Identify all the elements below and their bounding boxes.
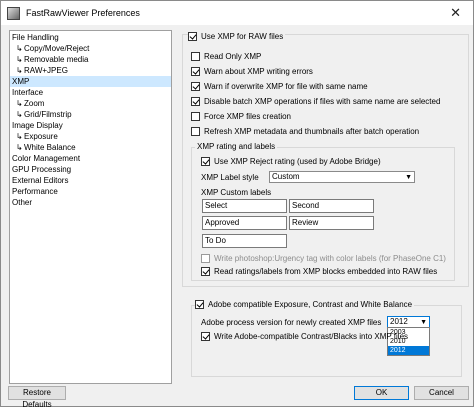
custom-label-field-4[interactable]: Review — [289, 216, 374, 230]
sidebar-item-external-editors[interactable]: External Editors — [10, 175, 171, 186]
warn-overwrite-check[interactable] — [191, 82, 200, 91]
custom-label-field-1[interactable]: Select — [202, 199, 287, 213]
sidebar-item-label: Exposure — [24, 132, 58, 141]
read-ratings-label: Read ratings/labels from XMP blocks embe… — [214, 267, 438, 276]
disable-batch-label: Disable batch XMP operations if files wi… — [204, 97, 441, 106]
ok-button[interactable]: OK — [354, 386, 409, 400]
force-xmp-creation-check[interactable] — [191, 112, 200, 121]
sidebar-item-label: Interface — [12, 88, 44, 97]
warn-writing-errors-label: Warn about XMP writing errors — [204, 67, 313, 76]
chevron-down-icon: ▼ — [405, 174, 412, 181]
sidebar-item-exposure[interactable]: ↳Exposure — [10, 131, 171, 142]
label-style-label: XMP Label style — [201, 173, 259, 182]
read-only-xmp-label: Read Only XMP — [204, 52, 262, 61]
write-contrast-checkbox[interactable]: Write Adobe-compatible Contrast/Blacks i… — [201, 331, 408, 342]
sidebar-item-label: Performance — [12, 187, 58, 196]
custom-labels-title: XMP Custom labels — [201, 188, 272, 197]
adobe-compat-check[interactable] — [195, 300, 204, 309]
window-title: FastRawViewer Preferences — [26, 8, 140, 18]
refresh-metadata-check[interactable] — [191, 127, 200, 136]
force-xmp-creation-checkbox[interactable]: Force XMP files creation — [191, 111, 291, 122]
warn-overwrite-checkbox[interactable]: Warn if overwrite XMP for file with same… — [191, 81, 368, 92]
label-style-select[interactable]: Custom ▼ — [269, 171, 415, 183]
sidebar-item-gpu-processing[interactable]: GPU Processing — [10, 164, 171, 175]
sidebar-item-label: Image Display — [12, 121, 63, 130]
use-reject-rating-check[interactable] — [201, 157, 210, 166]
sidebar-item-removable-media[interactable]: ↳Removable media — [10, 54, 171, 65]
write-contrast-check[interactable] — [201, 332, 210, 341]
tree-branch-icon: ↳ — [16, 44, 23, 53]
read-ratings-checkbox[interactable]: Read ratings/labels from XMP blocks embe… — [201, 266, 437, 277]
tree-branch-icon: ↳ — [16, 55, 23, 64]
sidebar-item-label: Grid/Filmstrip — [24, 110, 72, 119]
urgency-tag-label: Write photoshop:Urgency tag with color l… — [214, 254, 446, 263]
use-xmp-label: Use XMP for RAW files — [201, 32, 284, 41]
tree-branch-icon: ↳ — [16, 132, 23, 141]
title-bar: FastRawViewer Preferences ✕ — [1, 1, 473, 25]
adobe-compat-title: Adobe compatible Exposure, Contrast and … — [208, 300, 413, 309]
sidebar-item-label: GPU Processing — [12, 165, 72, 174]
sidebar-item-performance[interactable]: Performance — [10, 186, 171, 197]
sidebar-item-label: White Balance — [24, 143, 76, 152]
tree-branch-icon: ↳ — [16, 110, 23, 119]
sidebar-item-label: External Editors — [12, 176, 69, 185]
refresh-metadata-checkbox[interactable]: Refresh XMP metadata and thumbnails afte… — [191, 126, 419, 137]
restore-defaults-button[interactable]: Restore Defaults — [8, 386, 66, 407]
disable-batch-check[interactable] — [191, 97, 200, 106]
refresh-metadata-label: Refresh XMP metadata and thumbnails afte… — [204, 127, 420, 136]
sidebar-item-xmp[interactable]: XMP — [10, 76, 171, 87]
process-version-label: Adobe process version for newly created … — [201, 318, 382, 327]
read-only-xmp-check[interactable] — [191, 52, 200, 61]
use-reject-rating-checkbox[interactable]: Use XMP Reject rating (used by Adobe Bri… — [201, 156, 381, 167]
sidebar-item-raw-jpeg[interactable]: ↳RAW+JPEG — [10, 65, 171, 76]
tree-branch-icon: ↳ — [16, 99, 23, 108]
sidebar-item-file-handling[interactable]: File Handling — [10, 32, 171, 43]
tree-branch-icon: ↳ — [16, 66, 23, 75]
tree-branch-icon: ↳ — [16, 143, 23, 152]
write-contrast-label: Write Adobe-compatible Contrast/Blacks i… — [214, 332, 409, 341]
custom-label-field-5[interactable]: To Do — [202, 234, 287, 248]
sidebar-item-copy-move-reject[interactable]: ↳Copy/Move/Reject — [10, 43, 171, 54]
warn-writing-errors-check[interactable] — [191, 67, 200, 76]
read-ratings-check[interactable] — [201, 267, 210, 276]
close-icon[interactable]: ✕ — [450, 5, 461, 21]
adobe-compat-checkbox[interactable]: Adobe compatible Exposure, Contrast and … — [195, 299, 415, 310]
sidebar-item-interface[interactable]: Interface — [10, 87, 171, 98]
sidebar-item-label: Other — [12, 198, 33, 207]
xmp-panel: Use XMP for RAW files Read Only XMP Warn… — [178, 30, 471, 384]
preferences-sidebar: File Handling ↳Copy/Move/Reject ↳Removable… — [9, 30, 172, 384]
sidebar-item-label: Zoom — [24, 99, 45, 108]
urgency-tag-checkbox[interactable]: Write photoshop:Urgency tag with color l… — [201, 253, 446, 264]
preferences-window: FastRawViewer Preferences ✕ File Handlin… — [0, 0, 474, 407]
sidebar-item-grid-filmstrip[interactable]: ↳Grid/Filmstrip — [10, 109, 171, 120]
warn-overwrite-label: Warn if overwrite XMP for file with same… — [204, 82, 368, 91]
use-xmp-checkbox[interactable]: Use XMP for RAW files — [188, 31, 286, 42]
custom-label-field-3[interactable]: Approved — [202, 216, 287, 230]
app-icon — [7, 6, 20, 20]
sidebar-item-label: Copy/Move/Reject — [24, 44, 90, 53]
rating-labels-title: XMP rating and labels — [195, 142, 278, 151]
cancel-button[interactable]: Cancel — [414, 386, 469, 400]
sidebar-item-other[interactable]: Other — [10, 197, 171, 208]
sidebar-item-label: RAW+JPEG — [24, 66, 68, 75]
sidebar-item-label: Color Management — [12, 154, 81, 163]
use-reject-rating-label: Use XMP Reject rating (used by Adobe Bri… — [214, 157, 381, 166]
sidebar-item-label: File Handling — [12, 33, 59, 42]
urgency-tag-check[interactable] — [201, 254, 210, 263]
force-xmp-creation-label: Force XMP files creation — [204, 112, 291, 121]
warn-writing-errors-checkbox[interactable]: Warn about XMP writing errors — [191, 66, 313, 77]
sidebar-item-label: Removable media — [24, 55, 89, 64]
custom-label-field-2[interactable]: Second — [289, 199, 374, 213]
process-version-option[interactable]: 2012 — [388, 346, 429, 355]
label-style-value: Custom — [272, 172, 300, 181]
disable-batch-checkbox[interactable]: Disable batch XMP operations if files wi… — [191, 96, 440, 107]
sidebar-item-label: XMP — [12, 77, 30, 86]
read-only-xmp-checkbox[interactable]: Read Only XMP — [191, 51, 261, 62]
process-version-value: 2012 — [390, 317, 408, 326]
sidebar-item-zoom[interactable]: ↳Zoom — [10, 98, 171, 109]
sidebar-item-image-display[interactable]: Image Display — [10, 120, 171, 131]
sidebar-item-white-balance[interactable]: ↳White Balance — [10, 142, 171, 153]
use-xmp-check[interactable] — [188, 32, 197, 41]
sidebar-item-color-management[interactable]: Color Management — [10, 153, 171, 164]
